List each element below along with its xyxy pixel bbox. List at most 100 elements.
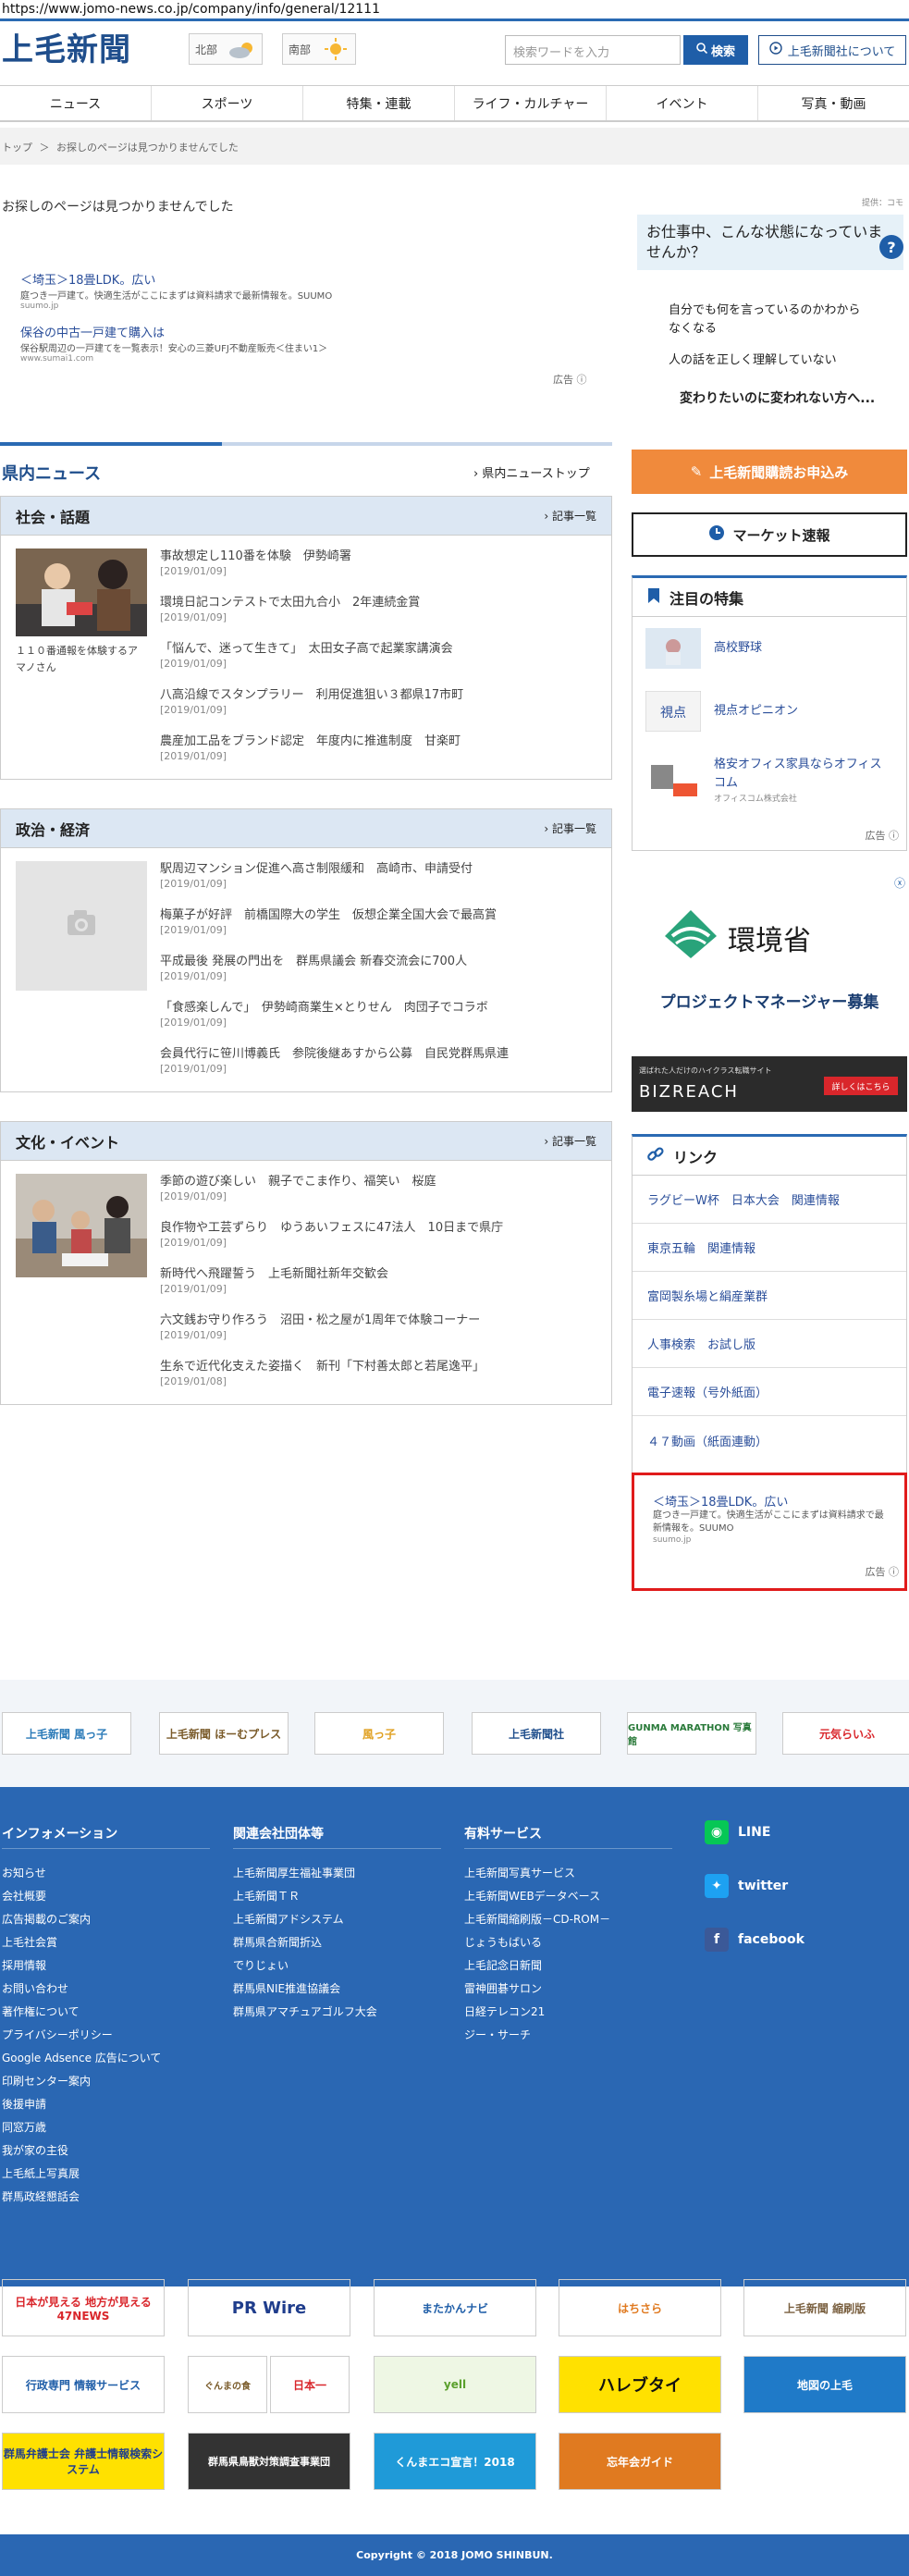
ad-wildlife-survey[interactable]: 群馬県鳥獣対策調査事業団 bbox=[188, 2433, 350, 2490]
adchoices-icon[interactable]: ⓘ bbox=[577, 374, 587, 386]
adchoices-icon[interactable]: ⓧ bbox=[894, 875, 905, 891]
footer-link[interactable]: 上毛新聞WEBデータベース bbox=[464, 1885, 672, 1908]
section-more-link[interactable]: › 記事一覧 bbox=[544, 1133, 596, 1149]
footer-link[interactable]: 上毛新聞縮刷版－CD-ROM－ bbox=[464, 1908, 672, 1931]
bizreach-banner[interactable]: 選ばれた人だけのハイクラス転職サイト BIZREACH 詳しくはこちら bbox=[632, 1056, 907, 1112]
article-title[interactable]: 良作物や工芸ずらり ゆうあいフェスに47法人 10日まで県庁 bbox=[160, 1220, 604, 1237]
ad-harebutai[interactable]: ハレブタイ bbox=[559, 2356, 721, 2413]
footer-link[interactable]: Google Adsence 広告について bbox=[2, 2047, 210, 2070]
nav-life-culture[interactable]: ライフ・カルチャー bbox=[455, 86, 607, 120]
article-title[interactable]: 農産加工品をブランド認定 年度内に推進制度 甘楽町 bbox=[160, 733, 604, 750]
link-rugby[interactable]: ラグビーW杯 日本大会 関連情報 bbox=[633, 1176, 906, 1224]
footer-link[interactable]: 群馬県NIE推進協議会 bbox=[233, 1978, 441, 2001]
featured-item[interactable]: 視点 視点オピニオン bbox=[633, 680, 906, 743]
ad-bar-association[interactable]: 群馬弁護士会 弁護士情報検索システム bbox=[2, 2433, 165, 2490]
ad-eco-declaration[interactable]: くんまエコ宣言！2018 bbox=[374, 2433, 536, 2490]
article-item[interactable]: 新時代へ飛躍誓う 上毛新聞社新年交歓会 [2019/01/09] bbox=[160, 1266, 604, 1313]
article-item[interactable]: 駅周辺マンション促進へ高さ制限緩和 高崎市、申請受付 [2019/01/09] bbox=[160, 861, 604, 907]
corp-info-button[interactable]: 上毛新聞社について bbox=[758, 35, 906, 65]
text-ad-1[interactable]: ＜埼玉＞18畳LDK。広い 庭つき一戸建て。快適生活がここにまずは資料請求で最新… bbox=[20, 270, 372, 311]
adchoices-icon[interactable]: ⓘ bbox=[889, 1566, 899, 1578]
article-title[interactable]: 梅菓子が好評 前橋国際大の学生 仮想企業全国大会で最高賞 bbox=[160, 907, 604, 924]
ad-shukusatsu[interactable]: 上毛新聞 縮刷版 bbox=[743, 2279, 906, 2336]
article-item[interactable]: 環境日記コンテストで太田九合小 2年連続金賞 [2019/01/09] bbox=[160, 595, 604, 641]
footer-link[interactable]: 上毛記念日新聞 bbox=[464, 1954, 672, 1978]
link-personnel-search[interactable]: 人事検索 お試し版 bbox=[633, 1320, 906, 1368]
site-logo[interactable]: 上毛新聞 bbox=[2, 24, 131, 69]
footer-link[interactable]: プライバシーポリシー bbox=[2, 2024, 210, 2047]
footer-link[interactable]: でりじょい bbox=[233, 1954, 441, 1978]
social-facebook[interactable]: f facebook bbox=[705, 1928, 805, 1952]
nav-sports[interactable]: スポーツ bbox=[152, 86, 303, 120]
article-title[interactable]: 季節の遊び楽しい 親子でこま作り、福笑い 桜庭 bbox=[160, 1174, 604, 1190]
footer-link[interactable]: じょうもばいる bbox=[464, 1931, 672, 1954]
article-title[interactable]: 生糸で近代化支えた姿描く 新刊「下村善太郎と若尾逸平」 bbox=[160, 1359, 604, 1375]
footer-link[interactable]: お知らせ bbox=[2, 1862, 210, 1885]
footer-link[interactable]: 同窓万歳 bbox=[2, 2116, 210, 2139]
ad-prwire[interactable]: PR Wire bbox=[188, 2279, 350, 2336]
footer-link[interactable]: 著作権について bbox=[2, 2001, 210, 2024]
banner-cta[interactable]: 詳しくはこちら bbox=[824, 1077, 898, 1095]
footer-link[interactable]: 群馬県合新聞折込 bbox=[233, 1931, 441, 1954]
news-top-link[interactable]: › 県内ニューストップ bbox=[473, 463, 590, 481]
article-item[interactable]: 「食感楽しんで」 伊勢崎商業生×とりせん 肉団子でコラボ [2019/01/09] bbox=[160, 1000, 604, 1046]
market-button[interactable]: マーケット速報 bbox=[632, 512, 907, 557]
nav-photo-video[interactable]: 写真・動画 bbox=[758, 86, 909, 120]
article-item[interactable]: 梅菓子が好評 前橋国際大の学生 仮想企業全国大会で最高賞 [2019/01/09] bbox=[160, 907, 604, 954]
side-display-ad[interactable]: 提供：コモ お仕事中、こんな状態になっていませんか？ ? 自分でも何を言っている… bbox=[632, 194, 907, 425]
link-tomioka[interactable]: 富岡製糸場と絹産業群 bbox=[633, 1272, 906, 1320]
banner-genki-life[interactable]: 元気らいふ bbox=[782, 1712, 909, 1755]
social-line[interactable]: ◉ LINE bbox=[705, 1820, 770, 1844]
article-title[interactable]: 会員代行に笹川博義氏 参院後継あすから公募 自民党群馬県連 bbox=[160, 1046, 604, 1063]
footer-link[interactable]: 上毛紙上写真展 bbox=[2, 2163, 210, 2186]
banner-marathon[interactable]: GUNMA MARATHON 写真館 bbox=[627, 1712, 756, 1755]
banner-homepress[interactable]: 上毛新聞 ほーむプレス bbox=[159, 1712, 289, 1755]
weather-south[interactable]: 南部 bbox=[282, 33, 357, 65]
browser-url[interactable]: https://www.jomo-news.co.jp/company/info… bbox=[0, 0, 909, 18]
ad-matakan-navi[interactable]: またかんナビ bbox=[374, 2279, 536, 2336]
footer-link[interactable]: 後援申請 bbox=[2, 2093, 210, 2116]
banner-jomo[interactable]: 上毛新聞社 bbox=[472, 1712, 601, 1755]
article-title[interactable]: 事故想定し110番を体験 伊勢崎署 bbox=[160, 548, 604, 565]
breadcrumb-home[interactable]: トップ bbox=[2, 142, 32, 154]
weather-north[interactable]: 北部 bbox=[189, 33, 264, 65]
footer-link[interactable]: 上毛新聞ＴＲ bbox=[233, 1885, 441, 1908]
footer-link[interactable]: 広告掲載のご案内 bbox=[2, 1908, 210, 1931]
subscribe-button[interactable]: ✎ 上毛新聞購読お申込み bbox=[632, 450, 907, 494]
section-more-link[interactable]: › 記事一覧 bbox=[544, 508, 596, 524]
banner-kazekko[interactable]: 上毛新聞 風っ子 bbox=[2, 1712, 131, 1755]
ad-gunma-food[interactable]: ぐんまの食 bbox=[188, 2356, 267, 2413]
link-olympics[interactable]: 東京五輪 関連情報 bbox=[633, 1224, 906, 1272]
article-title[interactable]: 「悩んで、迷って生きて」 太田女子高で起業家講演会 bbox=[160, 641, 604, 658]
adchoices-icon[interactable]: ⓘ bbox=[889, 830, 899, 842]
ad-47news[interactable]: 日本が見える 地方が見える 47NEWS bbox=[2, 2279, 165, 2336]
footer-link[interactable]: 群馬県アマチュアゴルフ大会 bbox=[233, 2001, 441, 2024]
article-item[interactable]: 農産加工品をブランド認定 年度内に推進制度 甘楽町 [2019/01/09] bbox=[160, 733, 604, 780]
article-title[interactable]: 六文銭お守り作ろう 沼田・松之屋が1周年で体験コーナー bbox=[160, 1313, 604, 1329]
search-input[interactable]: 検索ワードを入力 bbox=[505, 35, 681, 65]
footer-link[interactable]: ジー・サーチ bbox=[464, 2024, 672, 2047]
article-photo[interactable] bbox=[16, 548, 147, 636]
ad-hachisara[interactable]: はちさら bbox=[559, 2279, 721, 2336]
article-item[interactable]: 六文銭お守り作ろう 沼田・松之屋が1周年で体験コーナー [2019/01/09] bbox=[160, 1313, 604, 1359]
article-item[interactable]: 会員代行に笹川博義氏 参院後継あすから公募 自民党群馬県連 [2019/01/09… bbox=[160, 1046, 604, 1092]
ad-nippon-ichi[interactable]: 日本一 bbox=[270, 2356, 350, 2413]
article-item[interactable]: 良作物や工芸ずらり ゆうあいフェスに47法人 10日まで県庁 [2019/01/0… bbox=[160, 1220, 604, 1266]
article-title[interactable]: 平成最後 発展の門出を 群馬県議会 新春交流会に700人 bbox=[160, 954, 604, 970]
footer-link[interactable]: 雷神囲碁サロン bbox=[464, 1978, 672, 2001]
article-title[interactable]: 新時代へ飛躍誓う 上毛新聞社新年交歓会 bbox=[160, 1266, 604, 1283]
link-47-video[interactable]: ４７動画（紙面連動） bbox=[633, 1416, 906, 1464]
ad-jomo-map[interactable]: 地図の上毛 bbox=[743, 2356, 906, 2413]
text-ad-2[interactable]: 保谷の中古一戸建て購入は 保谷駅周辺の一戸建てを一覧表示！安心の三菱UFJ不動産… bbox=[20, 323, 372, 364]
social-twitter[interactable]: ✦ twitter bbox=[705, 1874, 788, 1898]
footer-link[interactable]: 我が家の主役 bbox=[2, 2139, 210, 2163]
ad-gyosei-info[interactable]: 行政専門 情報サービス bbox=[2, 2356, 165, 2413]
article-item[interactable]: 生糸で近代化支えた姿描く 新刊「下村善太郎と若尾逸平」 [2019/01/08] bbox=[160, 1359, 604, 1405]
footer-link[interactable]: 上毛社会賞 bbox=[2, 1931, 210, 1954]
article-item[interactable]: 事故想定し110番を体験 伊勢崎署 [2019/01/09] bbox=[160, 548, 604, 595]
article-title[interactable]: 八高沿線でスタンプラリー 利用促進狙い３都県17市町 bbox=[160, 687, 604, 704]
footer-link[interactable]: 上毛新聞写真サービス bbox=[464, 1862, 672, 1885]
footer-link[interactable]: 会社概要 bbox=[2, 1885, 210, 1908]
footer-link[interactable]: 群馬政経懇話会 bbox=[2, 2186, 210, 2209]
link-extra-edition[interactable]: 電子速報（号外紙面） bbox=[633, 1368, 906, 1416]
